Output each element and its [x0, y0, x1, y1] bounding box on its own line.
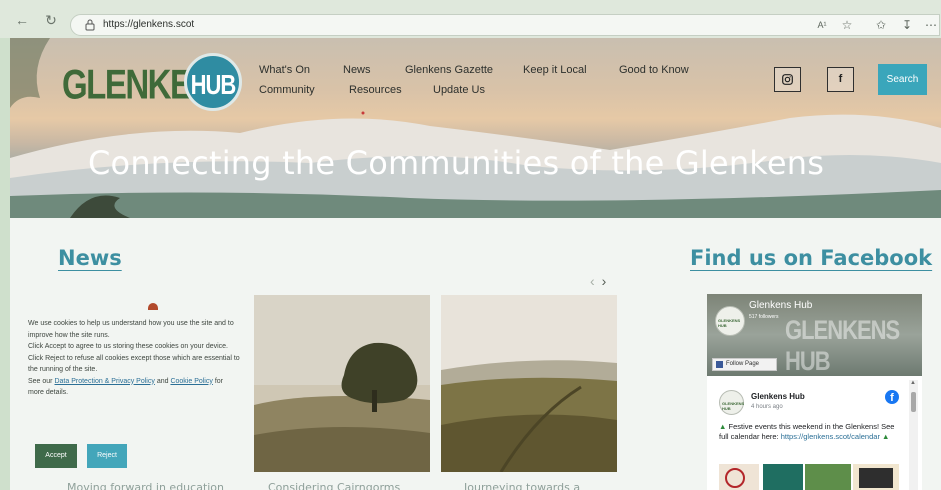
news-carousel-arrows: ‹› — [590, 273, 613, 289]
instagram-icon — [782, 74, 793, 85]
refresh-icon[interactable]: ↻ — [42, 11, 60, 29]
favorite-star-icon[interactable]: ☆ — [838, 16, 856, 34]
facebook-icon: f — [838, 73, 843, 85]
cover-logo-text: GLENKENS HUB — [785, 314, 900, 376]
carousel-prev-icon[interactable]: ‹ — [590, 273, 602, 289]
favorites-icon[interactable]: ✩ — [872, 16, 890, 34]
facebook-logo-icon[interactable]: f — [885, 390, 899, 404]
post-timestamp[interactable]: 4 hours ago — [751, 404, 783, 410]
post-author[interactable]: Glenkens Hub — [751, 392, 805, 401]
nav-news[interactable]: News — [343, 64, 371, 76]
cookie-consent-banner: We use cookies to help us understand how… — [28, 318, 240, 478]
facebook-followers: 517 followers — [749, 314, 779, 320]
news-card-image[interactable] — [254, 295, 430, 472]
cookie-text-1: We use cookies to help us understand how… — [28, 320, 234, 339]
logo-hub-text: HUB — [190, 68, 237, 100]
facebook-heading[interactable]: Find us on Facebook — [690, 246, 932, 270]
avatar-text: GLENKENS HUB — [718, 318, 741, 328]
follow-label: Follow Page — [726, 361, 760, 367]
facebook-widget: GLENKENS HUB GLENKENS HUB Glenkens Hub 5… — [707, 294, 922, 490]
browser-toolbar: ← ↻ https://glenkens.scot A¹ ☆ ✩ ↧ ⋯ — [0, 0, 941, 38]
privacy-policy-link[interactable]: Data Protection & Privacy Policy — [54, 378, 154, 385]
calendar-link[interactable]: https://glenkens.scot/calendar — [781, 432, 880, 441]
logo-hub-badge: HUB — [184, 53, 242, 111]
cookie-text-2: Click Accept to agree to us storing thes… — [28, 343, 228, 350]
tree-icon: ▲ — [882, 432, 890, 441]
nav-update-us[interactable]: Update Us — [433, 84, 485, 96]
scrollbar-thumb[interactable] — [911, 392, 916, 412]
instagram-button[interactable] — [774, 67, 801, 92]
field-photo — [441, 295, 617, 472]
facebook-square-icon — [716, 361, 723, 368]
reject-cookies-button[interactable]: Reject — [87, 444, 127, 468]
facebook-page-avatar[interactable]: GLENKENS HUB — [715, 306, 745, 336]
hero-banner: GLENKENS HUB What's On News Glenkens Gaz… — [10, 38, 941, 218]
cookie-see-our: See our — [28, 377, 53, 385]
scroll-up-icon[interactable]: ▲ — [910, 380, 916, 386]
facebook-button[interactable]: f — [827, 67, 854, 92]
site-logo[interactable]: GLENKENS HUB — [56, 52, 246, 111]
lock-icon — [85, 19, 95, 31]
search-button[interactable]: Search — [878, 64, 927, 95]
read-aloud-icon[interactable]: A¹ — [813, 16, 831, 34]
more-options-icon[interactable]: ⋯ — [922, 16, 940, 34]
tree-photo — [254, 295, 430, 472]
follow-page-button[interactable]: Follow Page — [712, 358, 777, 371]
url-text: https://glenkens.scot — [103, 19, 195, 30]
carousel-next-icon[interactable]: › — [602, 273, 614, 289]
hero-headline: Connecting the Communities of the Glenke… — [88, 144, 825, 182]
post-text: ▲ Festive events this weekend in the Gle… — [719, 422, 899, 442]
news-card-title[interactable]: Considering Cairngorms — [268, 481, 400, 490]
card-image-partial — [148, 303, 158, 310]
back-arrow-icon[interactable]: ← — [13, 11, 31, 29]
news-card-image[interactable] — [441, 295, 617, 472]
cookie-text-3: Click Reject to refuse all cookies excep… — [28, 354, 240, 374]
news-card-title[interactable]: Journeying towards a — [464, 481, 580, 490]
post-image-collage[interactable] — [719, 464, 899, 490]
accept-cookies-button[interactable]: Accept — [35, 444, 77, 468]
avatar-text: GLENKENS HUB — [722, 401, 745, 411]
nav-whats-on[interactable]: What's On — [259, 64, 310, 76]
cookie-text-4: See our Data Protection & Privacy Policy… — [28, 376, 240, 399]
download-icon[interactable]: ↧ — [898, 16, 916, 34]
news-heading[interactable]: News — [58, 246, 122, 270]
cookie-and: and — [156, 377, 169, 385]
nav-community[interactable]: Community — [259, 84, 315, 96]
nav-resources[interactable]: Resources — [349, 84, 402, 96]
address-bar[interactable]: https://glenkens.scot — [70, 14, 940, 36]
facebook-page-name[interactable]: Glenkens Hub — [749, 300, 812, 311]
tree-icon: ▲ — [719, 422, 727, 431]
cookie-policy-link[interactable]: Cookie Policy — [170, 378, 212, 385]
nav-keep-it-local[interactable]: Keep it Local — [523, 64, 587, 76]
nav-glenkens-gazette[interactable]: Glenkens Gazette — [405, 64, 493, 76]
post-avatar[interactable]: GLENKENS HUB — [719, 390, 744, 415]
main-content: News ‹› Moving forward in education Cons… — [10, 218, 941, 490]
facebook-scrollbar[interactable]: ▲ — [909, 380, 918, 490]
nav-good-to-know[interactable]: Good to Know — [619, 64, 689, 76]
news-card-title[interactable]: Moving forward in education — [67, 481, 224, 490]
facebook-cover[interactable]: GLENKENS HUB GLENKENS HUB Glenkens Hub 5… — [707, 294, 922, 376]
